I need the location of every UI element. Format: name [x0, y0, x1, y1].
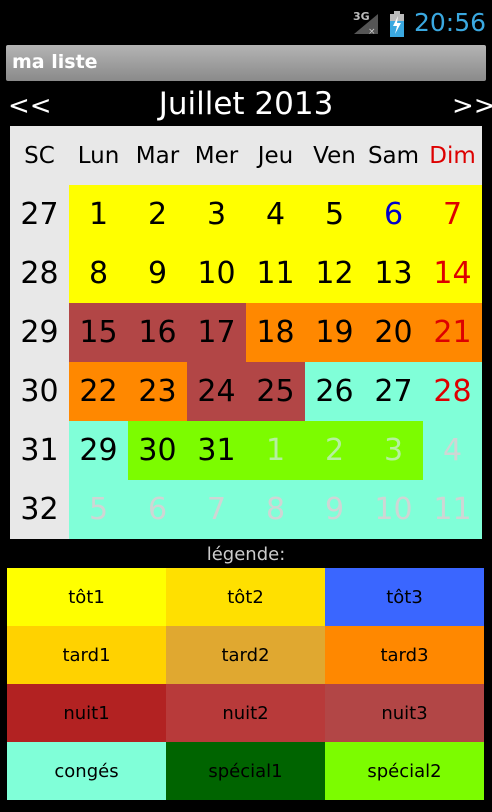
day-cell[interactable]: 1	[246, 421, 305, 480]
day-cell[interactable]: 24	[187, 362, 246, 421]
week-number: 28	[10, 244, 69, 303]
day-cell[interactable]: 3	[187, 185, 246, 244]
week-number: 29	[10, 303, 69, 362]
header-weekday: Mar	[128, 126, 187, 185]
signal-icon: ×	[354, 14, 378, 36]
legend-grid: tôt1 tôt2 tôt3 tard1 tard2 tard3 nuit1 nuit2 nui…	[7, 568, 484, 812]
day-cell[interactable]: 11	[246, 244, 305, 303]
clock-time: 20:56	[414, 8, 487, 37]
week-number: 30	[10, 362, 69, 421]
calendar-grid: SC Lun Mar Mer Jeu Ven Sam Dim 27 1 2 3 4 5 6 7 28 8 9 10 11…	[10, 126, 482, 539]
day-cell[interactable]: 13	[364, 244, 423, 303]
day-cell[interactable]: 6	[128, 480, 187, 539]
app-title: ma liste	[12, 51, 98, 73]
day-cell[interactable]: 4	[423, 421, 482, 480]
header-weekday: Mer	[187, 126, 246, 185]
header-week-number: SC	[10, 126, 69, 185]
month-title: Juillet 2013	[158, 86, 334, 122]
legend-item-2[interactable]: tôt2	[166, 568, 325, 626]
day-cell[interactable]: 10	[364, 480, 423, 539]
day-cell[interactable]: 27	[364, 362, 423, 421]
day-cell[interactable]: 8	[69, 244, 128, 303]
day-cell[interactable]: 14	[423, 244, 482, 303]
week-number: 31	[10, 421, 69, 480]
header-weekday: Sam	[364, 126, 423, 185]
day-cell[interactable]: 4	[246, 185, 305, 244]
header-weekday: Jeu	[246, 126, 305, 185]
action-bar: ma liste	[6, 45, 486, 81]
day-cell[interactable]: 5	[69, 480, 128, 539]
header-weekday: Ven	[305, 126, 364, 185]
day-cell[interactable]: 23	[128, 362, 187, 421]
day-cell[interactable]: 9	[305, 480, 364, 539]
day-cell[interactable]: 1	[69, 185, 128, 244]
day-cell[interactable]: 30	[128, 421, 187, 480]
day-cell[interactable]: 17	[187, 303, 246, 362]
day-cell[interactable]: 15	[69, 303, 128, 362]
day-cell[interactable]: 19	[305, 303, 364, 362]
day-cell[interactable]: 2	[305, 421, 364, 480]
week-number: 32	[10, 480, 69, 539]
legend-item-1[interactable]: tôt1	[7, 568, 166, 626]
day-cell[interactable]: 7	[423, 185, 482, 244]
day-cell[interactable]: 31	[187, 421, 246, 480]
day-cell[interactable]: 8	[246, 480, 305, 539]
day-cell[interactable]: 9	[128, 244, 187, 303]
day-cell[interactable]: 18	[246, 303, 305, 362]
day-cell[interactable]: 3	[364, 421, 423, 480]
legend-item-5[interactable]: tard2	[166, 626, 325, 684]
status-bar: 3G × 20:56	[0, 0, 492, 44]
svg-text:×: ×	[368, 27, 376, 36]
header-weekday: Dim	[423, 126, 482, 185]
week-number: 27	[10, 185, 69, 244]
day-cell[interactable]: 20	[364, 303, 423, 362]
header-weekday: Lun	[69, 126, 128, 185]
day-cell[interactable]: 25	[246, 362, 305, 421]
day-cell[interactable]: 22	[69, 362, 128, 421]
day-cell[interactable]: 2	[128, 185, 187, 244]
legend-item-9[interactable]: nuit3	[325, 684, 484, 742]
legend-item-11[interactable]: spécial1	[166, 742, 325, 800]
day-cell[interactable]: 12	[305, 244, 364, 303]
day-cell[interactable]: 6	[364, 185, 423, 244]
day-cell[interactable]: 5	[305, 185, 364, 244]
day-cell[interactable]: 10	[187, 244, 246, 303]
legend-item-6[interactable]: tard3	[325, 626, 484, 684]
legend-item-7[interactable]: nuit1	[7, 684, 166, 742]
day-cell[interactable]: 11	[423, 480, 482, 539]
day-cell[interactable]: 28	[423, 362, 482, 421]
day-cell[interactable]: 26	[305, 362, 364, 421]
day-cell[interactable]: 29	[69, 421, 128, 480]
next-month-button[interactable]: >>	[452, 91, 492, 121]
battery-charging-icon	[390, 11, 404, 37]
legend-item-12[interactable]: spécial2	[325, 742, 484, 800]
day-cell[interactable]: 21	[423, 303, 482, 362]
legend-item-4[interactable]: tard1	[7, 626, 166, 684]
legend-item-3[interactable]: tôt3	[325, 568, 484, 626]
day-cell[interactable]: 7	[187, 480, 246, 539]
legend-title: légende:	[206, 544, 286, 565]
legend-item-10[interactable]: congés	[7, 742, 166, 800]
day-cell[interactable]: 16	[128, 303, 187, 362]
legend-item-8[interactable]: nuit2	[166, 684, 325, 742]
